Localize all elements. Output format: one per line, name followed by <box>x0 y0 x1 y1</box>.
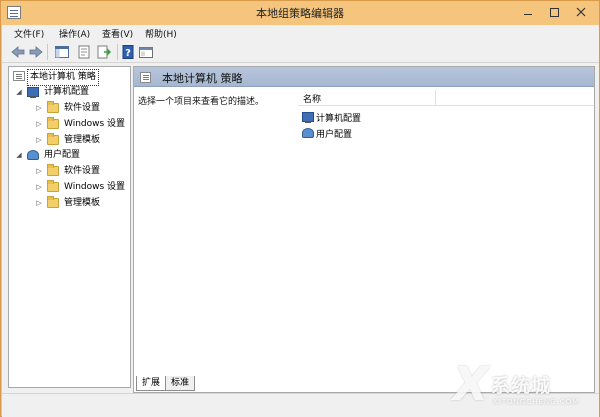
svg-text:?: ? <box>125 48 131 59</box>
folder-icon <box>47 196 59 208</box>
tree-item-label: 管理模板 <box>64 198 101 208</box>
export-list-icon <box>97 45 111 59</box>
tree-item-user-admin-templates[interactable]: ▷ 管理模板 <box>11 196 129 211</box>
list-column-header: 名称 <box>298 89 594 106</box>
tree-item-label: 软件设置 <box>64 166 101 176</box>
column-header-name[interactable]: 名称 <box>303 92 321 105</box>
user-icon <box>302 128 314 138</box>
collapsed-arrow-icon[interactable]: ▷ <box>35 164 43 179</box>
menu-file[interactable]: 文件(F) <box>14 27 44 40</box>
collapsed-arrow-icon[interactable]: ▷ <box>35 101 43 116</box>
menu-help[interactable]: 帮助(H) <box>145 27 177 40</box>
help-icon: ? <box>122 45 134 59</box>
tree-item-local-computer-policy[interactable]: 本地计算机 策略 <box>11 69 129 86</box>
user-icon <box>27 150 39 160</box>
window-title: 本地组策略编辑器 <box>256 7 344 20</box>
tree-item-user-config[interactable]: ◢ 用户配置 <box>11 148 129 163</box>
app-window: 本地组策略编辑器 文件(F) 操作(A) 查看(V) 帮助(H) ? 本地计算机… <box>0 0 600 417</box>
properties-button[interactable] <box>76 44 92 60</box>
collapsed-arrow-icon[interactable]: ▷ <box>35 180 43 195</box>
details-header: 本地计算机 策略 <box>134 67 594 87</box>
maximize-button[interactable] <box>543 3 565 21</box>
expand-arrow-icon[interactable]: ◢ <box>15 148 23 163</box>
tree-item-user-software-settings[interactable]: ▷ 软件设置 <box>11 164 129 179</box>
list-item-label: 计算机配置 <box>316 114 362 124</box>
view-tabs: 扩展 标准 <box>133 376 333 392</box>
collapsed-arrow-icon[interactable]: ▷ <box>35 133 43 148</box>
tree-item-computer-software-settings[interactable]: ▷ 软件设置 <box>11 101 129 116</box>
tree-item-user-windows-settings[interactable]: ▷ Windows 设置 <box>11 180 129 195</box>
list-item-label: 用户配置 <box>316 130 353 140</box>
computer-icon <box>27 87 39 98</box>
close-icon <box>576 7 586 17</box>
close-button[interactable] <box>567 3 595 21</box>
computer-icon <box>302 112 314 123</box>
console-icon <box>139 47 153 58</box>
collapsed-arrow-icon[interactable]: ▷ <box>35 196 43 211</box>
console-button[interactable] <box>138 44 154 60</box>
show-tree-icon <box>55 46 69 58</box>
content-area: 本地计算机 策略 ◢ 计算机配置 ▷ 软件设置 ▷ Windows 设置 ▷ 管… <box>2 63 599 393</box>
column-divider[interactable] <box>435 90 436 105</box>
policy-document-icon <box>13 71 25 81</box>
site-watermark-logo: X 系统城 XITONGCHENG.COM <box>453 357 598 417</box>
details-header-title: 本地计算机 策略 <box>162 72 243 85</box>
list-item-computer-config[interactable]: 计算机配置 <box>302 111 452 125</box>
back-button[interactable] <box>10 44 26 60</box>
folder-icon <box>47 164 59 176</box>
title-bar[interactable]: 本地组策略编辑器 <box>1 1 599 25</box>
tree-item-label: Windows 设置 <box>64 119 126 129</box>
tree-item-label: Windows 设置 <box>64 182 126 192</box>
tree-item-computer-windows-settings[interactable]: ▷ Windows 设置 <box>11 117 129 132</box>
watermark-logo-mark: X <box>453 357 489 411</box>
forward-button[interactable] <box>28 44 44 60</box>
tree-item-label: 用户配置 <box>44 150 81 160</box>
tab-expanded[interactable]: 扩展 <box>136 376 167 391</box>
menu-bar: 文件(F) 操作(A) 查看(V) 帮助(H) <box>2 25 599 41</box>
description-text: 选择一个项目来查看它的描述。 <box>138 97 265 107</box>
watermark-text-en: XITONGCHENG.COM <box>493 398 580 406</box>
policy-document-icon <box>140 72 151 83</box>
menu-action[interactable]: 操作(A) <box>59 27 90 40</box>
toolbar-separator <box>47 44 48 60</box>
properties-icon <box>78 45 90 59</box>
export-list-button[interactable] <box>96 44 112 60</box>
list-item-user-config[interactable]: 用户配置 <box>302 127 452 141</box>
folder-icon <box>47 117 59 129</box>
tree-item-computer-config[interactable]: ◢ 计算机配置 <box>11 85 129 100</box>
tree-item-label: 计算机配置 <box>44 87 90 97</box>
tab-standard[interactable]: 标准 <box>165 376 196 391</box>
details-pane: 本地计算机 策略 选择一个项目来查看它的描述。 名称 计算机配置 用户配置 <box>133 66 595 393</box>
help-button[interactable]: ? <box>120 44 136 60</box>
expand-arrow-icon[interactable]: ◢ <box>15 85 23 100</box>
folder-icon <box>47 101 59 113</box>
forward-arrow-icon <box>29 46 43 58</box>
toolbar-separator <box>117 44 118 60</box>
toolbar: ? <box>2 41 599 63</box>
watermark-text-cn: 系统城 <box>491 375 552 397</box>
tree-item-label: 管理模板 <box>64 135 101 145</box>
tree-item-label: 本地计算机 策略 <box>27 69 99 86</box>
show-hide-tree-button[interactable] <box>54 44 70 60</box>
tree-pane[interactable]: 本地计算机 策略 ◢ 计算机配置 ▷ 软件设置 ▷ Windows 设置 ▷ 管… <box>8 66 131 388</box>
tree-item-computer-admin-templates[interactable]: ▷ 管理模板 <box>11 133 129 148</box>
collapsed-arrow-icon[interactable]: ▷ <box>35 117 43 132</box>
tree-item-label: 软件设置 <box>64 103 101 113</box>
menu-view[interactable]: 查看(V) <box>102 27 133 40</box>
back-arrow-icon <box>11 46 25 58</box>
minimize-button[interactable] <box>517 3 539 21</box>
folder-icon <box>47 180 59 192</box>
folder-icon <box>47 133 59 145</box>
